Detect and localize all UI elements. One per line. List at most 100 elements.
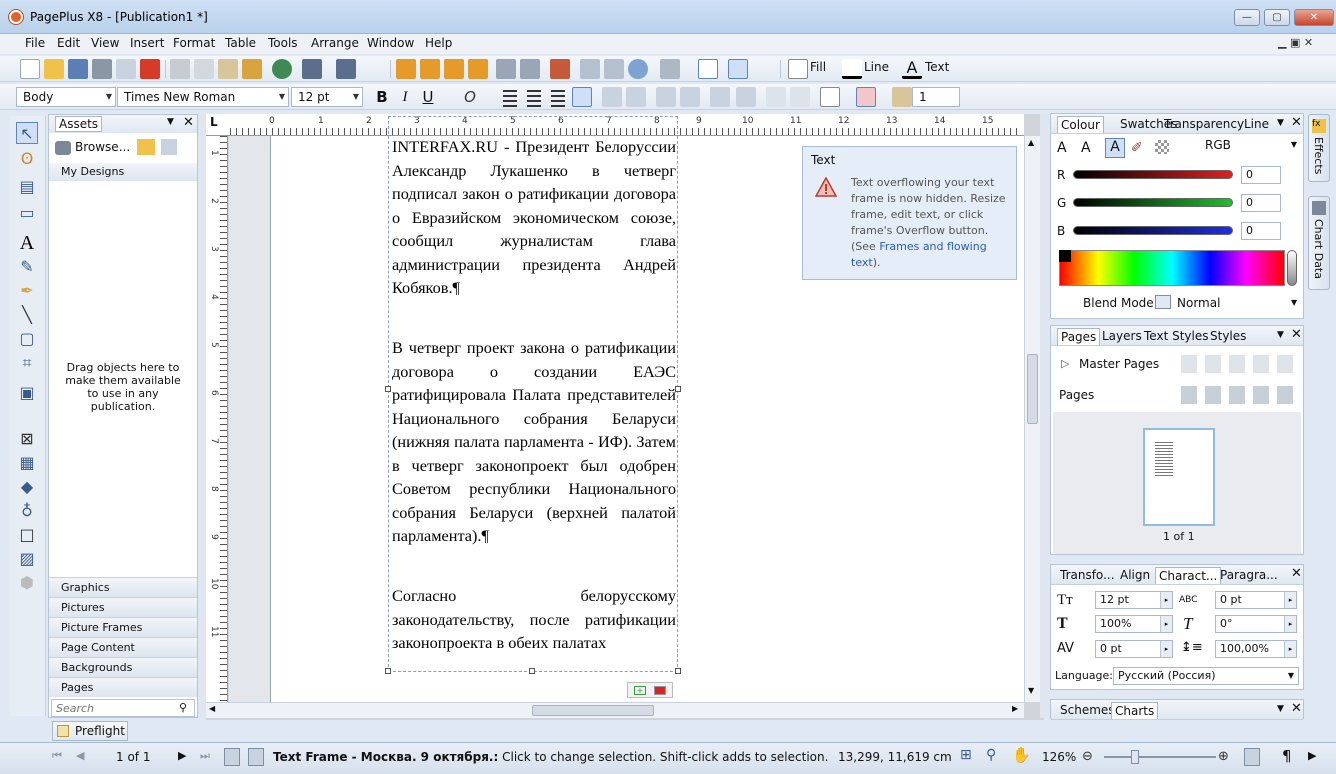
fill-icon[interactable] <box>788 59 808 79</box>
link-frame-icon[interactable]: + <box>634 686 646 695</box>
browse-icon[interactable] <box>55 141 71 155</box>
numbering-icon[interactable] <box>626 87 646 107</box>
spin-icon[interactable]: ▸ <box>1160 641 1172 657</box>
prev-page-icon[interactable]: ◀ <box>76 749 84 762</box>
language-select[interactable]: Русский (Россия) ▼ <box>1113 667 1299 685</box>
spacing-icon[interactable] <box>892 87 912 107</box>
line-tool-icon[interactable]: ╲ <box>16 304 38 326</box>
connector-tool-icon[interactable]: ⌗ <box>16 352 38 374</box>
copy-icon[interactable] <box>194 59 214 79</box>
pdf-icon[interactable] <box>140 59 160 79</box>
panel-menu-icon[interactable]: ▼ <box>167 117 174 127</box>
transparency-tool-icon[interactable]: ♁ <box>16 500 38 522</box>
effects-side-tab[interactable]: fx Effects <box>1308 114 1330 182</box>
tab-transparency[interactable]: Transparency <box>1161 116 1247 133</box>
text-colour-icon[interactable]: A <box>902 59 922 79</box>
scroll-thumb[interactable] <box>1027 354 1038 424</box>
blend-mode-select[interactable]: Normal <box>1177 296 1220 310</box>
panel-splitter[interactable] <box>198 114 206 718</box>
resize-handle[interactable] <box>385 386 391 392</box>
spin-icon[interactable]: ▸ <box>1284 592 1296 608</box>
cut-icon[interactable] <box>170 59 190 79</box>
zoom-fit-icon[interactable]: ⊞ <box>960 747 972 763</box>
align-center-icon[interactable] <box>524 87 544 107</box>
dropdown-arrow-icon[interactable]: ▼ <box>1291 298 1297 307</box>
resize-handle[interactable] <box>675 668 681 674</box>
menu-table[interactable]: Table <box>225 36 256 50</box>
vertical-scrollbar[interactable]: ▲ ▼ <box>1024 136 1040 702</box>
zoom-level[interactable]: 126% <box>1042 750 1076 764</box>
shape-tool-icon[interactable]: ▢ <box>16 328 38 350</box>
my-designs-row[interactable]: My Designs <box>49 163 197 181</box>
minimize-button[interactable]: — <box>1234 9 1260 26</box>
font-select[interactable]: Times New Roman ▼ <box>117 87 289 107</box>
flip-vertical-icon[interactable] <box>520 59 540 79</box>
spin-icon[interactable]: ▸ <box>1284 616 1296 632</box>
zoom-slider[interactable] <box>1104 756 1216 758</box>
paste-icon[interactable] <box>218 59 238 79</box>
no-colour-icon[interactable] <box>1155 140 1169 154</box>
tab-schemes[interactable]: Schemes <box>1057 702 1118 719</box>
menu-format[interactable]: Format <box>173 36 215 50</box>
view-tool-icon[interactable]: ▭ <box>16 202 38 224</box>
view-mode-icon[interactable] <box>1244 748 1260 766</box>
scroll-left-icon[interactable]: ◀ <box>209 704 215 713</box>
next-icon[interactable]: ▶ <box>1308 749 1316 762</box>
indent-decrease-icon[interactable] <box>656 87 676 107</box>
menu-arrange[interactable]: Arrange <box>311 36 359 50</box>
ruler-origin-icon[interactable]: L <box>210 115 218 129</box>
document-paragraph[interactable]: Согласно белорусскому законодательству, … <box>392 584 676 654</box>
size-select[interactable]: 12 pt ▼ <box>291 87 363 107</box>
document-paragraph[interactable]: В четверг проект закона о ратификации до… <box>392 336 676 548</box>
spin-icon[interactable]: ▸ <box>1160 592 1172 608</box>
web-icon[interactable] <box>272 59 292 79</box>
resize-handle[interactable] <box>529 668 535 674</box>
flip-horizontal-icon[interactable] <box>496 59 516 79</box>
tab-text-styles[interactable]: Text Styles <box>1141 328 1211 345</box>
zoom-slider-thumb[interactable] <box>1131 750 1139 764</box>
kerning-field[interactable]: 0 pt ▸ <box>1095 640 1173 658</box>
line-icon[interactable] <box>842 59 862 79</box>
category-backgrounds[interactable]: Backgrounds <box>49 657 197 677</box>
spacing-field[interactable]: 1 <box>912 87 960 107</box>
letter-spacing-field[interactable]: 0 pt ▸ <box>1215 591 1297 609</box>
contour-tool-icon[interactable]: ▤ <box>16 176 38 198</box>
mdi-controls[interactable]: ▁ ▣ ✕ <box>1278 36 1313 49</box>
zoom-in-icon[interactable]: ⊕ <box>1218 749 1229 764</box>
red-slider[interactable] <box>1073 170 1233 179</box>
tab-pages[interactable]: Pages <box>1057 328 1101 345</box>
fit-text-icon[interactable] <box>736 87 756 107</box>
tab-layers[interactable]: Layers <box>1099 328 1145 345</box>
pointer-tool-icon[interactable]: ↖ <box>16 122 38 144</box>
scroll-thumb[interactable] <box>532 705 654 716</box>
page-options-icon[interactable] <box>224 748 240 766</box>
picker-icon[interactable]: ✐ <box>1131 140 1143 156</box>
category-pictures[interactable]: Pictures <box>49 597 197 617</box>
colour-model-select[interactable]: RGB ▼ <box>1199 138 1299 156</box>
vertical-ruler[interactable]: 1 2 3 4 5 6 7 8 9 10 11 <box>206 136 228 702</box>
mesh-tool-icon[interactable]: ▦ <box>16 452 38 474</box>
tab-transform[interactable]: Transfo... <box>1057 567 1118 584</box>
menu-edit[interactable]: Edit <box>57 36 80 50</box>
indent-increase-icon[interactable] <box>680 87 700 107</box>
green-field[interactable]: 0 <box>1241 194 1281 212</box>
category-graphics[interactable]: Graphics <box>49 577 197 597</box>
frame-tool-icon[interactable]: □ <box>16 524 38 546</box>
new-icon[interactable] <box>20 59 40 79</box>
arrange-backward-icon[interactable] <box>444 59 464 79</box>
open-icon[interactable] <box>44 59 64 79</box>
page-indicator[interactable]: 1 of 1 <box>116 750 150 764</box>
fill-tool-icon[interactable]: ◆ <box>16 476 38 498</box>
autofit-icon[interactable] <box>710 87 730 107</box>
page-thumbnail[interactable] <box>1143 428 1215 526</box>
wrap-icon[interactable] <box>580 59 600 79</box>
master-pages-label[interactable]: Master Pages <box>1079 357 1159 371</box>
align-right-icon[interactable] <box>548 87 568 107</box>
spin-icon[interactable]: ▸ <box>1284 641 1296 657</box>
colour-spectrum[interactable] <box>1059 250 1285 286</box>
resize-handle[interactable] <box>385 668 391 674</box>
overflow-icon[interactable] <box>856 87 876 107</box>
document-paragraph[interactable]: INTERFAX.RU - Президент Белоруссии Алекс… <box>392 135 676 300</box>
next-page-icon[interactable]: ▶ <box>178 749 186 762</box>
print-icon[interactable] <box>92 59 112 79</box>
